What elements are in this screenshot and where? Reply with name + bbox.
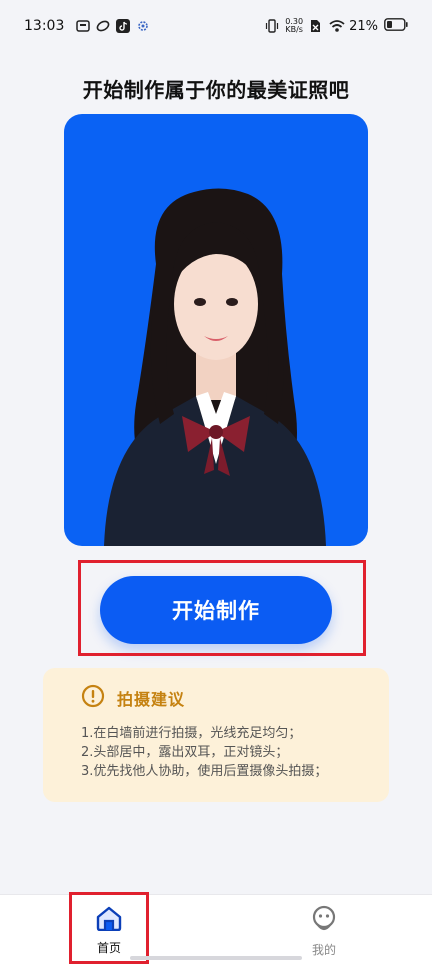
- status-left: 13:03: [24, 18, 150, 34]
- app-swirl-icon: [96, 19, 110, 33]
- status-bar: 13:03 0.30 KB/s 21%: [0, 0, 432, 52]
- tips-list: 1.在白墙前进行拍摄，光线充足均匀； 2.头部居中，露出双耳，正对镜头； 3.优…: [81, 724, 389, 781]
- profile-face-icon: [310, 905, 338, 937]
- tiktok-icon: [116, 19, 131, 33]
- page-title: 开始制作属于你的最美证照吧: [82, 78, 350, 102]
- status-right: 0.30 KB/s 21%: [265, 18, 408, 35]
- gear-notification-icon: [136, 19, 150, 33]
- tips-header: 拍摄建议: [81, 684, 389, 712]
- tips-title: 拍摄建议: [117, 690, 186, 709]
- sample-portrait-illustration: [104, 188, 326, 546]
- shooting-tips-card: 拍摄建议 1.在白墙前进行拍摄，光线充足均匀； 2.头部居中，露出双耳，正对镜头…: [43, 668, 389, 802]
- start-making-button[interactable]: 开始制作: [100, 576, 332, 644]
- tip-item: 2.头部居中，露出双耳，正对镜头；: [81, 745, 289, 760]
- wifi-icon: [329, 19, 345, 33]
- vibrate-icon: [265, 19, 279, 33]
- battery-icon: [384, 17, 408, 35]
- status-time: 13:03: [24, 18, 65, 34]
- nav-home[interactable]: 首页: [69, 905, 149, 957]
- battery-percent: 21%: [349, 18, 378, 34]
- warning-circle-icon: [81, 684, 105, 712]
- sim-disabled-icon: [309, 19, 323, 33]
- tip-item: 3.优先找他人协助，使用后置摄像头拍摄；: [81, 764, 328, 779]
- sample-id-photo: [64, 114, 368, 546]
- bottom-nav: 首页 我的: [0, 894, 432, 964]
- nav-home-label: 首页: [96, 941, 121, 955]
- nav-mine[interactable]: 我的: [284, 905, 364, 957]
- gesture-home-indicator[interactable]: [130, 956, 302, 960]
- net-speed: 0.30 KB/s: [285, 18, 303, 34]
- home-icon: [95, 905, 123, 935]
- tip-item: 1.在白墙前进行拍摄，光线充足均匀；: [81, 726, 302, 741]
- nav-mine-label: 我的: [311, 943, 336, 957]
- notification-box-icon: [76, 19, 91, 33]
- net-speed-unit: KB/s: [285, 25, 303, 34]
